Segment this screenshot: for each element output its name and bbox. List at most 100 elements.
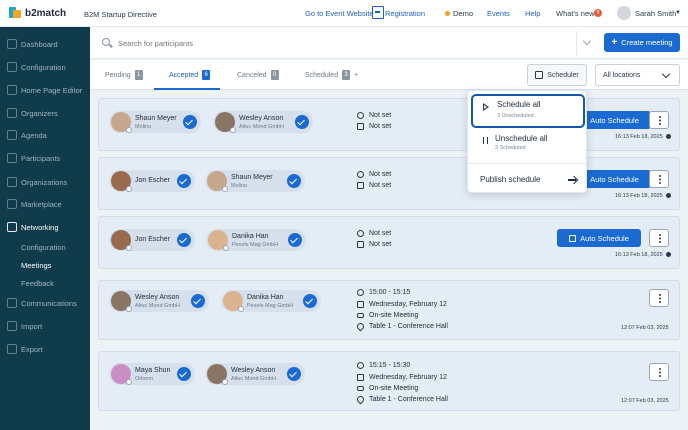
sidebar-item-dashboard[interactable]: Dashboard <box>0 36 90 52</box>
sidebar-item-configuration[interactable]: Configuration <box>0 59 90 75</box>
top-bar: b2match B2M Startup Directive Go to Even… <box>0 0 688 27</box>
info-icon[interactable] <box>665 134 671 139</box>
b2match-logo[interactable]: b2match <box>9 7 66 19</box>
location-select[interactable]: All locations <box>595 64 680 86</box>
meeting-card: Jon Escher Danika Han Pexels Mag GmbH No… <box>98 216 680 269</box>
marketplace-icon <box>7 199 17 209</box>
create-meeting-button[interactable]: + Create meeting <box>604 33 680 52</box>
sidebar-item-marketplace[interactable]: Marketplace <box>0 196 90 212</box>
location-value: Table 1 - Conference Hall <box>369 396 448 403</box>
participant-chip[interactable]: Jon Escher <box>109 170 195 192</box>
sidebar-item-participants[interactable]: Participants <box>0 150 90 166</box>
scheduler-button[interactable]: Scheduler <box>527 64 587 86</box>
date-value: Wednesday, February 12 <box>369 301 447 308</box>
date-value: Not set <box>369 182 392 189</box>
auto-schedule-button[interactable]: Auto Schedule <box>557 229 641 247</box>
sidebar-item-networking[interactable]: Networking <box>0 219 90 235</box>
info-icon[interactable] <box>665 193 671 198</box>
more-options-icon[interactable] <box>649 229 669 247</box>
unschedule-all-sub: 3 Scheduled <box>495 145 526 151</box>
home-page-editor-icon <box>7 85 17 95</box>
check-icon <box>303 294 317 308</box>
participant-chip[interactable]: Wesley Anson Altuc Mond GmbH <box>109 290 209 312</box>
participant-name: Maya Shun <box>135 367 171 374</box>
meeting-type-icon <box>357 386 364 391</box>
participant-chip[interactable]: Danika Han Pexels Mag GmbH <box>221 290 321 312</box>
timestamp-text: 12:07 Feb 03, 2025 <box>621 398 669 404</box>
go-to-event-link[interactable]: Go to Event Website <box>305 9 374 18</box>
search-input[interactable] <box>118 36 558 50</box>
sidebar-item-import[interactable]: Import <box>0 318 90 334</box>
user-avatar[interactable] <box>617 6 631 20</box>
sidebar-item-label: Marketplace <box>21 199 62 209</box>
help-link[interactable]: Help <box>525 9 540 18</box>
avatar <box>111 171 132 192</box>
date-row: Wednesday, February 12 <box>357 301 447 308</box>
whats-new-link[interactable]: What's new <box>556 9 595 18</box>
schedule-all-sub: 3 Unscheduled <box>497 113 534 119</box>
sidebar-item-home-page-editor[interactable]: Home Page Editor <box>0 82 90 98</box>
participant-chip[interactable]: Maya Shun Orloom <box>109 363 195 385</box>
tab-scheduled[interactable]: Scheduled 3 + <box>305 70 358 80</box>
chevron-down-icon <box>661 69 671 79</box>
logo-text: b2match <box>25 7 67 19</box>
sidebar-sub-configuration[interactable]: Configuration <box>21 243 66 252</box>
participants-icon <box>7 153 17 163</box>
tab-label: Canceled <box>237 71 267 79</box>
more-options-icon[interactable] <box>649 111 669 129</box>
participant-name: Jon Escher <box>135 236 171 243</box>
meeting-type-icon <box>357 313 364 318</box>
tab-count-badge: 6 <box>202 70 211 80</box>
time-value: Not set <box>369 112 392 119</box>
create-meeting-label: Create meeting <box>621 38 673 47</box>
organizers-icon <box>7 108 17 118</box>
meeting-type-row: On-site Meeting <box>357 312 418 319</box>
sidebar-sub-feedback[interactable]: Feedback <box>21 279 54 288</box>
sidebar-item-communications[interactable]: Communications <box>0 295 90 311</box>
demo-link[interactable]: Demo <box>453 9 473 18</box>
sidebar-item-agenda[interactable]: Agenda <box>0 127 90 143</box>
location-value: Table 1 - Conference Hall <box>369 323 448 330</box>
chevron-down-icon[interactable]: ▼ <box>675 10 681 16</box>
check-icon <box>177 233 191 247</box>
clock-icon <box>357 230 364 237</box>
calendar-icon <box>357 374 364 381</box>
chevron-down-icon[interactable] <box>582 36 592 46</box>
events-link[interactable]: Events <box>487 9 510 18</box>
sidebar-item-organizers[interactable]: Organizers <box>0 105 90 121</box>
arrow-right-icon <box>568 179 576 181</box>
calendar-icon <box>535 71 544 79</box>
clock-icon <box>357 112 364 119</box>
tab-count-badge: 0 <box>270 70 279 80</box>
participant-chip[interactable]: Danika Han Pexels Mag GmbH <box>206 229 306 251</box>
participant-chip[interactable]: Jon Escher <box>109 229 195 251</box>
more-options-icon[interactable] <box>649 289 669 307</box>
divider <box>576 31 577 55</box>
sidebar-sub-meetings[interactable]: Meetings <box>21 261 51 270</box>
sidebar-item-organizations[interactable]: Organizations <box>0 174 90 190</box>
registration-link[interactable]: Registration <box>385 9 425 18</box>
participant-org: Altuc Mond GmbH <box>239 124 284 130</box>
info-icon[interactable] <box>665 252 671 257</box>
participant-chip[interactable]: Wesley Anson Altuc Mond GmbH <box>213 111 313 133</box>
demo-status-dot <box>445 11 450 16</box>
tab-canceled[interactable]: Canceled 0 <box>237 70 279 80</box>
sidebar-item-export[interactable]: Export <box>0 341 90 357</box>
tab-pending[interactable]: Pending 1 <box>105 70 143 80</box>
participant-chip[interactable]: Shaun Meyer Molino <box>205 170 305 192</box>
more-options-icon[interactable] <box>649 363 669 381</box>
more-options-icon[interactable] <box>649 170 669 188</box>
participant-org: Molino <box>135 124 152 130</box>
tab-accepted[interactable]: Accepted 6 <box>169 70 211 80</box>
participant-chip[interactable]: Wesley Anson Altuc Mond GmbH <box>205 363 305 385</box>
user-name[interactable]: Sarah Smith <box>635 9 676 18</box>
tab-label: Accepted <box>169 71 199 79</box>
time-value: Not set <box>369 171 392 178</box>
participant-chip[interactable]: Shaun Meyer Molino <box>109 111 201 133</box>
date-row: Not set <box>357 182 391 189</box>
avatar <box>207 171 228 192</box>
meeting-type-value: On-site Meeting <box>369 312 419 319</box>
schedule-all-option[interactable]: Schedule all 3 Unscheduled <box>471 94 585 128</box>
unschedule-all-option[interactable]: Unschedule all 3 Scheduled <box>471 133 585 159</box>
sidebar-item-label: Organizers <box>21 108 58 118</box>
